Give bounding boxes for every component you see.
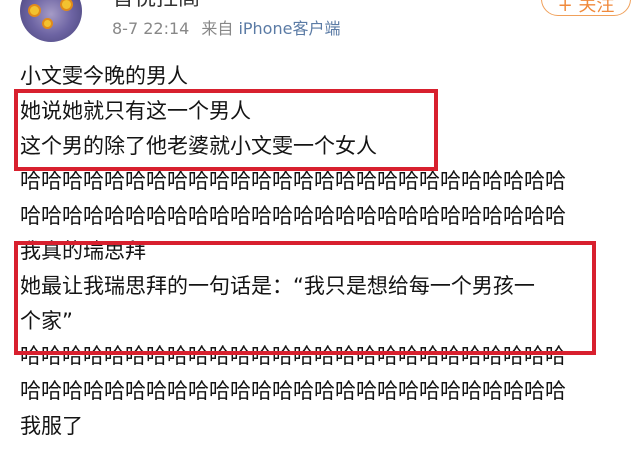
- avatar[interactable]: [20, 0, 82, 42]
- post-header: 音悦拄髙 8-7 22:14 来自 iPhone客户端 + 关注: [0, 0, 640, 52]
- post-line: 哈哈哈哈哈哈哈哈哈哈哈哈哈哈哈哈哈哈哈哈哈哈哈哈哈哈: [20, 204, 566, 228]
- highlight-box: [14, 89, 438, 171]
- avatar-decoration-dot: [28, 4, 41, 17]
- username[interactable]: 音悦拄髙: [112, 0, 200, 12]
- timestamp: 8-7 22:14: [112, 19, 190, 38]
- source-prefix: 来自: [201, 19, 234, 38]
- post-line: 我服了: [20, 414, 83, 438]
- post-line: 哈哈哈哈哈哈哈哈哈哈哈哈哈哈哈哈哈哈哈哈哈哈哈哈哈哈: [20, 379, 566, 403]
- highlight-box: [14, 241, 596, 355]
- source-link[interactable]: iPhone客户端: [238, 19, 340, 38]
- post-meta: 8-7 22:14 来自 iPhone客户端: [112, 18, 340, 40]
- follow-button[interactable]: + 关注: [541, 0, 631, 16]
- avatar-decoration-dot: [60, 0, 73, 11]
- avatar-decoration-dot: [42, 18, 53, 29]
